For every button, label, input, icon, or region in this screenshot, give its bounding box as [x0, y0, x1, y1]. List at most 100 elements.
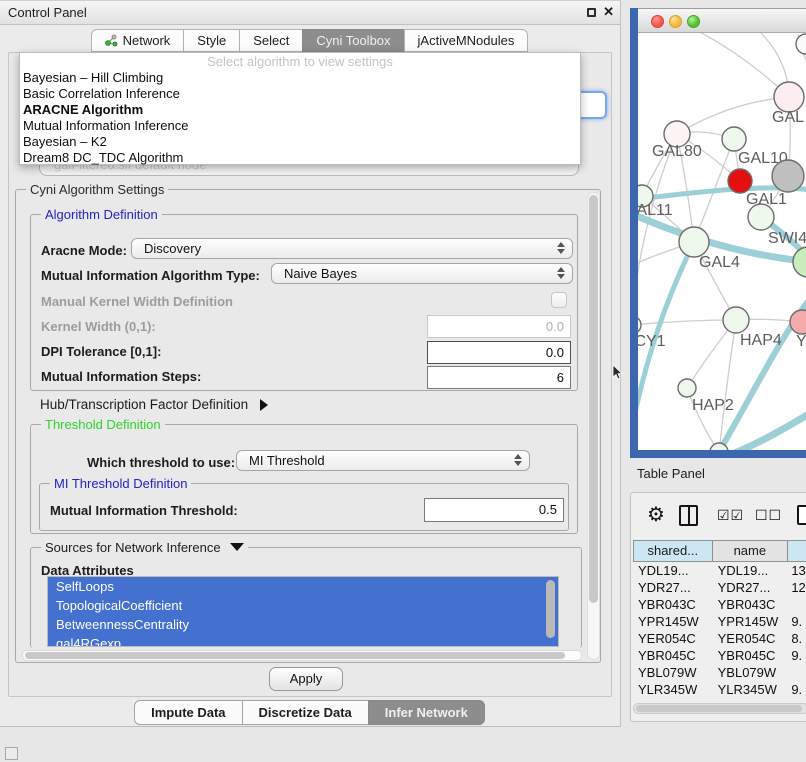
table-cell[interactable]: YBL079W: [712, 664, 788, 681]
table-row[interactable]: YLR345WYLR345W9.: [633, 681, 806, 698]
close-icon[interactable]: ✕: [603, 4, 614, 20]
table-cell[interactable]: [787, 596, 806, 613]
table-cell[interactable]: YIL052C: [633, 698, 712, 700]
table-cell[interactable]: YBR043C: [633, 596, 712, 613]
network-node-swi4[interactable]: [748, 204, 774, 230]
network-node-gal[interactable]: [774, 82, 804, 112]
table-cell[interactable]: 9.: [787, 613, 806, 630]
algorithm-option[interactable]: Basic Correlation Inference: [20, 86, 580, 102]
manual-kernel-checkbox[interactable]: [551, 292, 567, 308]
table-cell[interactable]: YBR045C: [712, 647, 788, 664]
network-view-window[interactable]: GALGAL80GAL10GAL1GAL11SWI4GAL4GCY1HAP4YH…: [630, 8, 806, 458]
network-edge[interactable]: [638, 320, 736, 325]
network-canvas[interactable]: GALGAL80GAL10GAL1GAL11SWI4GAL4GCY1HAP4YH…: [638, 33, 806, 450]
algorithm-option[interactable]: ARACNE Algorithm: [20, 102, 580, 118]
document-icon[interactable]: [797, 505, 806, 525]
apply-button[interactable]: Apply: [269, 667, 343, 691]
sources-group-title[interactable]: Sources for Network Inference: [41, 540, 248, 555]
network-node-hap2[interactable]: [678, 379, 696, 397]
minimize-traffic-light-icon[interactable]: [669, 15, 682, 28]
float-window-icon[interactable]: [587, 8, 596, 17]
gear-icon[interactable]: ⚙: [647, 505, 665, 525]
tab-select[interactable]: Select: [239, 29, 303, 52]
table-row[interactable]: YBR043CYBR043C: [633, 596, 806, 613]
tab-network[interactable]: Network: [91, 29, 185, 52]
kernel-width-field[interactable]: 0.0: [427, 315, 571, 338]
table-cell[interactable]: YBR045C: [633, 647, 712, 664]
table-cell[interactable]: 13: [787, 562, 806, 579]
table-cell[interactable]: YLR345W: [712, 681, 788, 698]
table-row[interactable]: YIL052CYIL052C9.: [633, 698, 806, 700]
scrollbar-thumb[interactable]: [25, 652, 565, 659]
network-node-gal4[interactable]: [679, 227, 709, 257]
tab-jactivemnodules[interactable]: jActiveMNodules: [404, 29, 529, 52]
settings-horizontal-scrollbar[interactable]: [22, 650, 582, 661]
scrollbar-thumb[interactable]: [636, 705, 802, 712]
table-cell[interactable]: 9.: [787, 647, 806, 664]
attribute-list-scrollbar[interactable]: [546, 580, 555, 638]
attribute-list-item[interactable]: SelfLoops: [48, 577, 558, 596]
algorithm-option[interactable]: Mutual Information Inference: [20, 118, 580, 134]
column-header-name[interactable]: name: [712, 540, 789, 562]
bottom-tab-discretize-data[interactable]: Discretize Data: [242, 700, 369, 725]
bottom-tab-infer-network[interactable]: Infer Network: [368, 700, 485, 725]
table-row[interactable]: YPR145WYPR145W9.: [633, 613, 806, 630]
deselect-all-columns-icon[interactable]: ☐☐: [755, 507, 782, 524]
zoom-traffic-light-icon[interactable]: [687, 15, 700, 28]
table-cell[interactable]: 9.: [787, 681, 806, 698]
network-node-y[interactable]: [790, 310, 806, 334]
column-header-shared-name[interactable]: shared...: [633, 540, 713, 562]
table-cell[interactable]: [787, 664, 806, 681]
network-node-gal10[interactable]: [722, 127, 746, 151]
network-node-gal1[interactable]: [728, 169, 752, 193]
mi-steps-field[interactable]: 6: [427, 366, 571, 389]
table-horizontal-scrollbar[interactable]: [633, 703, 806, 714]
split-columns-icon[interactable]: [679, 505, 698, 526]
network-edge[interactable]: [700, 33, 789, 97]
attribute-list-item[interactable]: gal4RGexp: [48, 634, 558, 647]
algorithm-dropdown-list[interactable]: Select algorithm to view settings Bayesi…: [19, 52, 581, 165]
network-node[interactable]: [796, 34, 806, 54]
column-header-clipped[interactable]: [787, 540, 806, 562]
network-node[interactable]: [793, 247, 806, 277]
network-node-hap4[interactable]: [723, 307, 749, 333]
table-cell[interactable]: YBR043C: [712, 596, 788, 613]
table-cell[interactable]: YDL19...: [712, 562, 788, 579]
network-window-titlebar[interactable]: [638, 8, 806, 33]
scrollbar-thumb[interactable]: [589, 195, 598, 603]
table-cell[interactable]: YBL079W: [633, 664, 712, 681]
algorithm-option[interactable]: Bayesian – Hill Climbing: [20, 70, 580, 86]
data-attributes-list[interactable]: SelfLoopsTopologicalCoefficientBetweenne…: [47, 576, 559, 647]
algorithm-option[interactable]: Bayesian – K2: [20, 134, 580, 150]
dpi-tolerance-field[interactable]: 0.0: [427, 341, 571, 364]
node-attribute-table[interactable]: shared... name YDL19...YDL19...13YDR27..…: [633, 540, 806, 700]
table-cell[interactable]: 9.: [787, 698, 806, 700]
network-node-gcy1[interactable]: [638, 316, 641, 334]
table-row[interactable]: YDL19...YDL19...13: [633, 562, 806, 579]
table-row[interactable]: YDR27...YDR27...12: [633, 579, 806, 596]
table-row[interactable]: YBL079WYBL079W: [633, 664, 806, 681]
tab-cyni-toolbox[interactable]: Cyni Toolbox: [302, 29, 404, 52]
table-cell[interactable]: YIL052C: [712, 698, 788, 700]
attribute-list-item[interactable]: TopologicalCoefficient: [48, 596, 558, 615]
settings-vertical-scrollbar[interactable]: [587, 192, 600, 660]
hub-definition-expander[interactable]: Hub/Transcription Factor Definition: [40, 397, 268, 412]
network-node[interactable]: [772, 160, 804, 192]
table-cell[interactable]: YDL19...: [633, 562, 712, 579]
table-cell[interactable]: YER054C: [633, 630, 712, 647]
select-all-columns-icon[interactable]: ☑☑: [717, 507, 744, 524]
table-cell[interactable]: 8.: [787, 630, 806, 647]
table-cell[interactable]: YLR345W: [633, 681, 712, 698]
table-row[interactable]: YBR045CYBR045C9.: [633, 647, 806, 664]
aracne-mode-combo[interactable]: Discovery: [131, 238, 573, 259]
close-traffic-light-icon[interactable]: [651, 15, 664, 28]
attribute-list-item[interactable]: BetweennessCentrality: [48, 615, 558, 634]
table-cell[interactable]: YDR27...: [712, 579, 788, 596]
minimized-panel-icon[interactable]: [5, 747, 18, 760]
table-cell[interactable]: YER054C: [712, 630, 788, 647]
mi-type-combo[interactable]: Naive Bayes: [271, 263, 573, 284]
table-cell[interactable]: 12: [787, 579, 806, 596]
table-cell[interactable]: YPR145W: [712, 613, 788, 630]
table-cell[interactable]: YDR27...: [633, 579, 712, 596]
mi-threshold-field[interactable]: 0.5: [424, 498, 564, 522]
